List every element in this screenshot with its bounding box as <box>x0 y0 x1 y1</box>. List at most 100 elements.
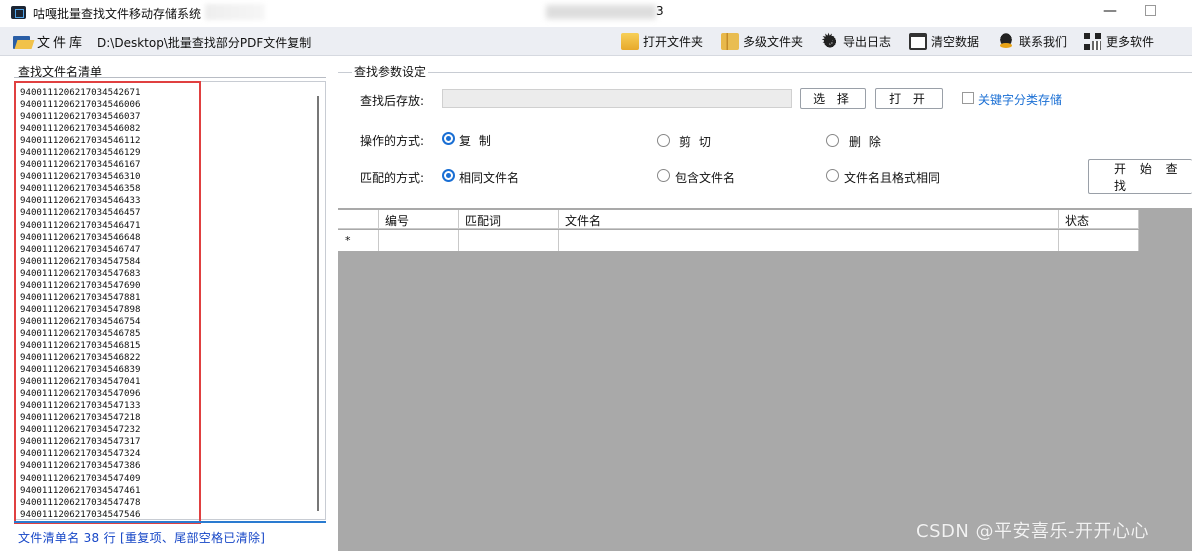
row-header-cell <box>338 210 379 229</box>
settings-group-title: 查找参数设定 <box>352 63 429 80</box>
export-log-button[interactable]: 导出日志 <box>821 30 892 52</box>
radio-copy[interactable] <box>442 132 455 145</box>
file-list-item: 9400111206217034546839 <box>20 365 141 376</box>
file-list-item: 9400111206217034546471 <box>20 220 141 231</box>
file-list-item: 9400111206217034547546 <box>20 509 141 520</box>
export-log-label: 导出日志 <box>843 35 892 49</box>
file-list-item: 9400111206217034546006 <box>20 100 141 111</box>
maximize-button[interactable] <box>1145 5 1156 16</box>
grid-cell[interactable] <box>559 230 1059 251</box>
file-list-item: 9400111206217034547898 <box>20 304 141 315</box>
file-list-item: 9400111206217034546358 <box>20 184 141 195</box>
file-list-item: 9400111206217034542671 <box>20 88 141 98</box>
open-folder-button[interactable]: 打开文件夹 <box>621 31 703 52</box>
start-search-button[interactable]: 开 始 查 找 <box>1088 159 1192 194</box>
vertical-scrollbar[interactable] <box>313 86 323 514</box>
radio-copy-label[interactable]: 复 制 <box>459 132 493 149</box>
file-list-item: 9400111206217034547386 <box>20 461 141 472</box>
grid-cell[interactable] <box>1059 230 1139 251</box>
file-list-item: 9400111206217034546754 <box>20 316 141 327</box>
file-list-item: 9400111206217034546167 <box>20 160 141 171</box>
file-list-item: 9400111206217034546457 <box>20 208 141 219</box>
radio-name-and-format[interactable] <box>826 169 839 182</box>
file-list-item: 9400111206217034547683 <box>20 268 141 279</box>
radio-contains-name[interactable] <box>657 169 670 182</box>
contact-us-button[interactable]: 联系我们 <box>997 31 1067 52</box>
radio-delete[interactable] <box>826 134 839 147</box>
file-list-item: 9400111206217034546112 <box>20 136 141 147</box>
qrcode-icon <box>1084 33 1102 50</box>
divider <box>14 521 326 523</box>
col-header-status[interactable]: 状态 <box>1059 210 1139 229</box>
radio-cut-label[interactable]: 剪 切 <box>679 133 713 150</box>
group-border <box>338 72 1192 73</box>
redacted-title-center: 3 <box>540 3 670 21</box>
watermark: CSDN @平安喜乐-开开心心 <box>916 521 1150 542</box>
file-list-item: 9400111206217034546785 <box>20 328 141 339</box>
multi-folder-label: 多级文件夹 <box>743 35 804 49</box>
contact-us-label: 联系我们 <box>1019 35 1068 49</box>
file-list-item: 9400111206217034547096 <box>20 389 141 400</box>
grid-cell[interactable] <box>379 230 459 251</box>
radio-same-name-label[interactable]: 相同文件名 <box>459 169 519 186</box>
col-header-file-name[interactable]: 文件名 <box>559 210 1059 229</box>
file-list: 9400111206217034542671 940011120621703454… <box>20 87 140 521</box>
file-name-textarea[interactable]: 9400111206217034542671 940011120621703454… <box>14 81 326 520</box>
folders-icon <box>721 33 739 50</box>
results-grid[interactable]: 编号 匹配词 文件名 状态 * <box>338 208 1192 551</box>
title-center-suffix: 3 <box>656 4 664 18</box>
more-software-button[interactable]: 更多软件 <box>1084 31 1154 52</box>
save-path-input[interactable] <box>442 89 792 108</box>
grid-header: 编号 匹配词 文件名 状态 <box>338 210 1139 229</box>
file-library-label: 文件库 <box>37 36 86 51</box>
divider <box>14 77 326 78</box>
scrollbar-thumb[interactable] <box>317 96 319 511</box>
file-list-item: 9400111206217034546822 <box>20 353 141 364</box>
file-list-item: 9400111206217034547232 <box>20 425 141 436</box>
folder-open-icon <box>13 34 33 50</box>
redacted-title-area <box>205 4 265 20</box>
clear-data-button[interactable]: 清空数据 <box>909 31 979 52</box>
gear-icon <box>821 30 839 51</box>
new-row-marker: * <box>345 234 351 247</box>
library-path: D:\Desktop\批量查找部分PDF文件复制 <box>97 36 312 50</box>
file-list-item: 9400111206217034546310 <box>20 172 141 183</box>
file-list-item: 9400111206217034547324 <box>20 449 141 460</box>
file-list-item: 9400111206217034547584 <box>20 256 141 267</box>
clipboard-icon <box>909 33 927 50</box>
minimize-button[interactable]: — <box>1100 3 1120 19</box>
col-header-match-word[interactable]: 匹配词 <box>459 210 559 229</box>
open-folder-label: 打开文件夹 <box>643 35 704 49</box>
file-list-item: 9400111206217034546433 <box>20 196 141 207</box>
radio-contains-name-label[interactable]: 包含文件名 <box>675 169 735 186</box>
radio-same-name[interactable] <box>442 169 455 182</box>
operation-label: 操作的方式: <box>360 134 425 148</box>
folder-icon <box>621 33 639 50</box>
file-list-item: 9400111206217034547218 <box>20 413 141 424</box>
file-list-item: 9400111206217034547461 <box>20 485 141 496</box>
file-list-item: 9400111206217034546129 <box>20 148 141 159</box>
radio-cut[interactable] <box>657 134 670 147</box>
open-button[interactable]: 打 开 <box>875 88 943 109</box>
file-list-item: 9400111206217034547133 <box>20 401 141 412</box>
match-label: 匹配的方式: <box>360 171 425 185</box>
grid-cell[interactable] <box>459 230 559 251</box>
grid-new-row[interactable]: * <box>338 230 1139 251</box>
clear-data-label: 清空数据 <box>931 35 980 49</box>
radio-name-and-format-label[interactable]: 文件名且格式相同 <box>844 169 940 186</box>
row-header[interactable]: * <box>338 230 379 251</box>
file-list-item: 9400111206217034546747 <box>20 244 141 255</box>
col-header-id[interactable]: 编号 <box>379 210 459 229</box>
file-list-item: 9400111206217034547317 <box>20 437 141 448</box>
file-list-item: 9400111206217034547478 <box>20 497 141 508</box>
file-library-button[interactable]: 文件库 <box>13 32 85 51</box>
radio-delete-label[interactable]: 删 除 <box>849 133 883 150</box>
file-list-item: 9400111206217034547690 <box>20 280 141 291</box>
qq-icon <box>997 33 1015 50</box>
keyword-category-label[interactable]: 关键字分类存储 <box>978 91 1062 108</box>
select-button[interactable]: 选 择 <box>800 88 866 109</box>
file-list-item: 9400111206217034547881 <box>20 292 141 303</box>
multi-folder-button[interactable]: 多级文件夹 <box>721 31 803 52</box>
file-list-item: 9400111206217034547409 <box>20 473 141 484</box>
keyword-category-checkbox[interactable] <box>962 92 974 104</box>
